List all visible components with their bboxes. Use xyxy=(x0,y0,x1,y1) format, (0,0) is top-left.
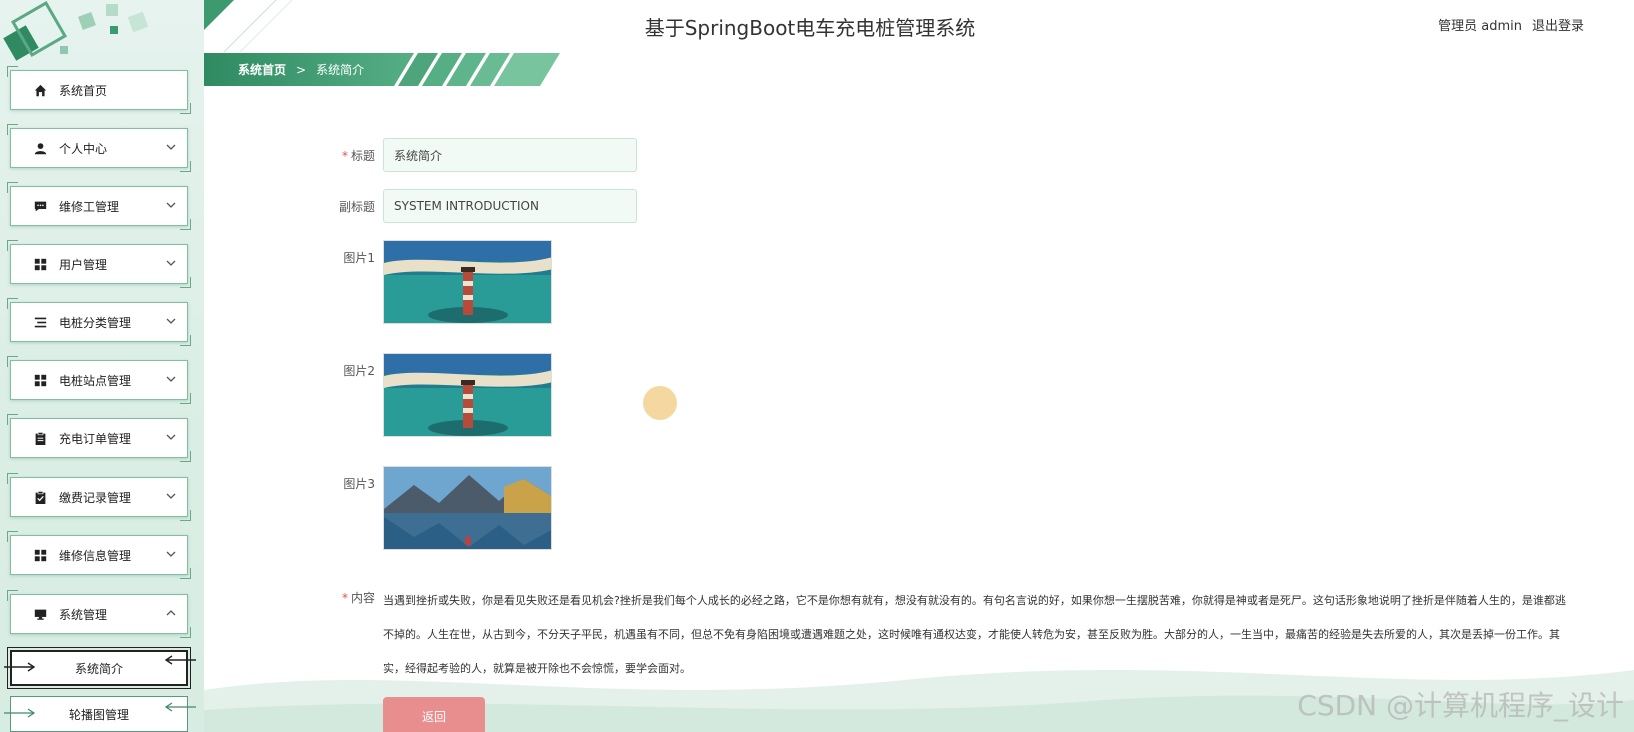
chevron-down-icon xyxy=(166,144,176,150)
sidebar-item-label: 维修信息管理 xyxy=(59,548,132,563)
chevron-down-icon xyxy=(166,260,176,266)
pic3-label: 图片3 xyxy=(343,477,375,491)
sidebar-item-label: 电桩站点管理 xyxy=(59,373,132,388)
chat-icon xyxy=(33,199,47,213)
watermark: CSDN @计算机程序_设计 xyxy=(1297,689,1624,722)
page-title: 基于SpringBoot电车充电桩管理系统 xyxy=(644,16,976,40)
sidebar-subitem-label: 系统简介 xyxy=(74,661,123,676)
grid-icon xyxy=(33,257,47,271)
sidebar-item-label: 系统首页 xyxy=(59,83,108,98)
chevron-down-icon xyxy=(166,551,176,557)
sidebar-item-label: 维修工管理 xyxy=(59,199,120,214)
clipboard-icon xyxy=(33,431,47,445)
arrow-left-icon xyxy=(164,702,196,712)
list-icon xyxy=(33,315,47,329)
grid-icon xyxy=(33,373,47,387)
subtitle-label: 副标题 xyxy=(338,200,375,214)
required-mark: * xyxy=(341,591,348,605)
chevron-down-icon xyxy=(166,493,176,499)
title-input[interactable] xyxy=(383,138,637,172)
mouse-cursor xyxy=(643,386,677,420)
content-label: * 内容 xyxy=(341,591,375,605)
back-button[interactable]: 返回 xyxy=(383,697,485,732)
pic1-label: 图片1 xyxy=(343,251,375,265)
clipboard-check-icon xyxy=(33,490,47,504)
sidebar-item-repairman[interactable]: 维修工管理 xyxy=(7,182,191,230)
pic2-label: 图片2 xyxy=(343,364,375,378)
breadcrumb-home[interactable]: 系统首页 xyxy=(238,61,286,78)
arrow-right-icon xyxy=(4,662,36,672)
sidebar-item-users[interactable]: 用户管理 xyxy=(7,240,191,288)
sidebar-item-pile-category[interactable]: 电桩分类管理 xyxy=(7,298,191,346)
sidebar-item-label: 用户管理 xyxy=(59,257,108,272)
breadcrumb-current: 系统简介 xyxy=(316,63,365,77)
chevron-down-icon xyxy=(166,376,176,382)
required-mark: * xyxy=(341,149,348,163)
sidebar-item-label: 充电订单管理 xyxy=(59,431,132,446)
user-label: 管理员 admin xyxy=(1438,19,1522,34)
sidebar: 系统首页 个人中心 维修工管理 用户管理 电桩分类管理 电桩站点管理 充电订单管… xyxy=(0,0,204,732)
sidebar-item-payment-records[interactable]: 缴费记录管理 xyxy=(7,473,191,521)
header-decoration xyxy=(204,0,293,52)
grid-icon xyxy=(33,548,47,562)
image-2-lighthouse[interactable] xyxy=(383,353,552,437)
user-area: 管理员 admin 退出登录 xyxy=(1438,15,1584,34)
image-3-mountain-lake[interactable] xyxy=(383,466,552,550)
home-icon xyxy=(33,83,47,97)
sidebar-subitem-label: 轮播图管理 xyxy=(68,707,129,722)
image-1-lighthouse[interactable] xyxy=(383,240,552,324)
sidebar-decoration xyxy=(3,0,149,61)
logout-link[interactable]: 退出登录 xyxy=(1532,15,1584,34)
arrow-left-icon xyxy=(164,655,196,665)
sidebar-item-personal-center[interactable]: 个人中心 xyxy=(7,124,191,172)
chevron-up-icon xyxy=(166,610,176,616)
chevron-down-icon xyxy=(166,318,176,324)
monitor-icon xyxy=(33,607,47,621)
arrow-right-icon xyxy=(4,708,36,718)
sidebar-item-charging-orders[interactable]: 充电订单管理 xyxy=(7,414,191,462)
sidebar-item-repair-info[interactable]: 维修信息管理 xyxy=(7,531,191,579)
sidebar-item-pile-station[interactable]: 电桩站点管理 xyxy=(7,356,191,404)
breadcrumb-separator: > xyxy=(296,62,307,77)
chevron-down-icon xyxy=(166,202,176,208)
breadcrumb: 系统首页 > 系统简介 xyxy=(238,61,364,78)
chevron-down-icon xyxy=(166,434,176,440)
title-label: * 标题 xyxy=(341,149,375,163)
sidebar-item-label: 系统管理 xyxy=(59,607,108,622)
sidebar-item-label: 电桩分类管理 xyxy=(59,315,132,330)
subtitle-input[interactable] xyxy=(383,189,637,223)
sidebar-item-label: 缴费记录管理 xyxy=(59,490,132,505)
content-text[interactable]: 当遇到挫折或失败，你是看见失败还是看见机会?挫折是我们每个人成长的必经之路，它不… xyxy=(383,584,1573,686)
user-icon xyxy=(33,141,47,155)
sidebar-item-label: 个人中心 xyxy=(59,141,108,156)
sidebar-item-system[interactable]: 系统管理 xyxy=(7,590,191,638)
sidebar-item-home[interactable]: 系统首页 xyxy=(7,66,191,114)
